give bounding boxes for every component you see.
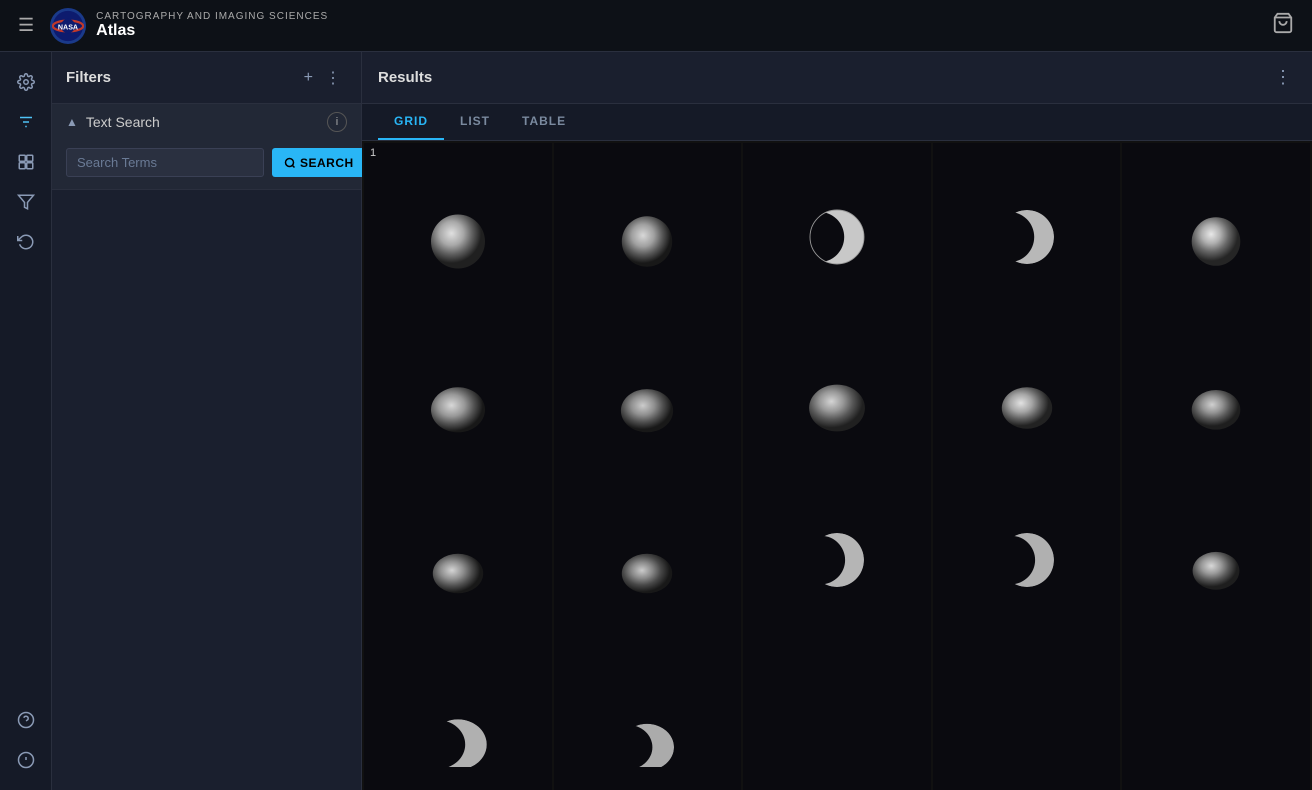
cart-button[interactable] (1266, 6, 1300, 45)
grid-item[interactable]: 1 (364, 143, 552, 331)
grid-item[interactable] (364, 305, 552, 493)
grid-item[interactable] (554, 628, 742, 790)
grid-item[interactable] (933, 467, 1121, 655)
grid-item[interactable] (364, 467, 552, 655)
planet-image (982, 354, 1072, 444)
rail-filter-button[interactable] (8, 104, 44, 140)
planet-crescent-image (792, 515, 882, 605)
planet-crescent-image (982, 515, 1072, 605)
rail-funnel-button[interactable] (8, 184, 44, 220)
filter-more-button[interactable]: ⋮ (319, 64, 347, 92)
planet-image (602, 354, 692, 444)
app-name: Atlas (96, 22, 1266, 40)
icon-rail-top (8, 60, 44, 702)
results-grid: 1 (362, 141, 1312, 790)
add-filter-button[interactable]: + (298, 65, 319, 91)
main-layout: Filters + ⋮ ▲ Text Search i SEARCH (0, 52, 1312, 790)
rail-info-button[interactable] (8, 742, 44, 778)
planet-image (792, 354, 882, 444)
planet-crescent-image (602, 677, 692, 767)
grid-item[interactable] (743, 305, 931, 493)
grid-item[interactable] (364, 628, 552, 790)
grid-item[interactable] (933, 305, 1121, 493)
icon-rail-bottom (8, 702, 44, 790)
text-search-body: SEARCH (52, 140, 361, 189)
planet-image (602, 515, 692, 605)
planet-image (413, 515, 503, 605)
grid-item[interactable] (743, 628, 931, 790)
icon-rail (0, 52, 52, 790)
planet-crescent-image (413, 677, 503, 767)
planet-image (1171, 354, 1261, 444)
search-icon (284, 157, 296, 169)
text-search-header[interactable]: ▲ Text Search i (52, 104, 361, 140)
grid-item[interactable] (933, 628, 1121, 790)
grid-item[interactable] (554, 143, 742, 331)
planet-image (413, 354, 503, 444)
planet-image (1171, 515, 1261, 605)
app-title-block: CARTOGRAPHY AND IMAGING SCIENCES Atlas (96, 11, 1266, 40)
results-panel: Results ⋮ GRID LIST TABLE 1 (362, 52, 1312, 790)
rail-settings-button[interactable] (8, 64, 44, 100)
planet-crescent-image (792, 192, 882, 282)
grid-item[interactable] (1122, 143, 1310, 331)
grid-item[interactable] (1122, 628, 1310, 790)
hamburger-button[interactable]: ☰ (12, 9, 40, 42)
tab-grid[interactable]: GRID (378, 104, 444, 140)
filter-title: Filters (66, 69, 298, 86)
results-title: Results (378, 69, 1270, 86)
grid-item[interactable] (554, 305, 742, 493)
planet-image (1171, 192, 1261, 282)
svg-text:NASA: NASA (58, 23, 78, 31)
results-more-button[interactable]: ⋮ (1270, 63, 1296, 92)
planet-image (602, 192, 692, 282)
grid-item[interactable] (743, 143, 931, 331)
text-search-label: Text Search (86, 114, 327, 130)
results-tabs: GRID LIST TABLE (362, 104, 1312, 141)
collapse-arrow-icon: ▲ (66, 115, 78, 129)
app-org: CARTOGRAPHY AND IMAGING SCIENCES (96, 11, 1266, 22)
results-header: Results ⋮ (362, 52, 1312, 104)
text-search-info-button[interactable]: i (327, 112, 347, 132)
page-number: 1 (370, 147, 376, 159)
text-search-section: ▲ Text Search i SEARCH (52, 104, 361, 190)
top-nav: ☰ NASA CARTOGRAPHY AND IMAGING SCIENCES … (0, 0, 1312, 52)
tab-list[interactable]: LIST (444, 104, 506, 140)
rail-help-button[interactable] (8, 702, 44, 738)
grid-item[interactable] (1122, 305, 1310, 493)
filter-header: Filters + ⋮ (52, 52, 361, 104)
planet-crescent-image (982, 192, 1072, 282)
rail-refresh-button[interactable] (8, 224, 44, 260)
grid-item[interactable] (743, 467, 931, 655)
nasa-logo: NASA (50, 8, 86, 44)
filter-panel: Filters + ⋮ ▲ Text Search i SEARCH (52, 52, 362, 790)
grid-item[interactable] (554, 467, 742, 655)
search-input[interactable] (66, 148, 264, 177)
search-button[interactable]: SEARCH (272, 148, 366, 177)
grid-item[interactable] (1122, 467, 1310, 655)
rail-layers-button[interactable] (8, 144, 44, 180)
grid-item[interactable] (933, 143, 1121, 331)
planet-image (413, 192, 503, 282)
tab-table[interactable]: TABLE (506, 104, 582, 140)
